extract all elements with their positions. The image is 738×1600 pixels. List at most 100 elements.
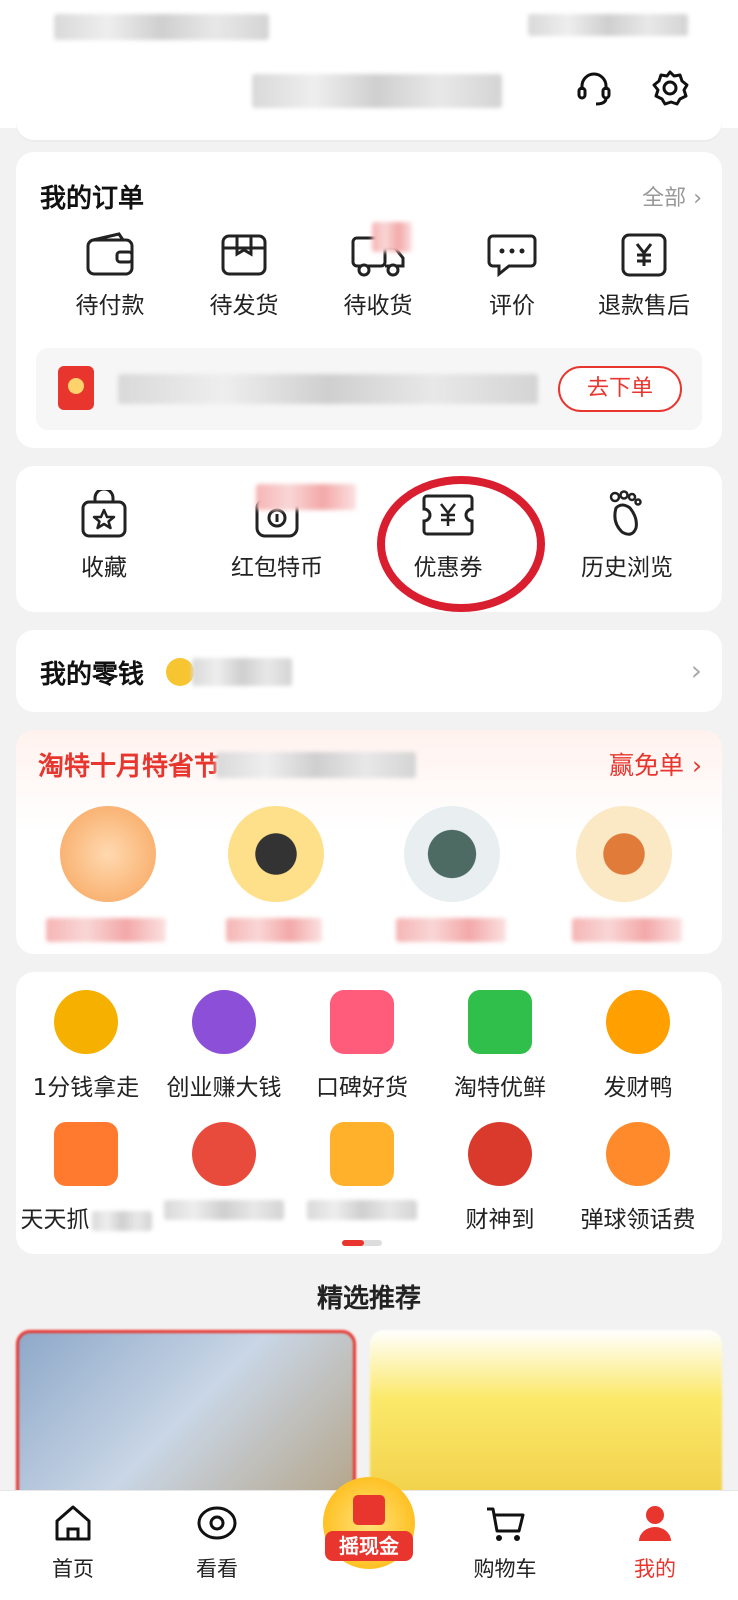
- activity-grid-card: 1分钱拿走 创业赚大钱 口碑好货 淘特优鲜 发财鸭 天天抓 财神到 弹球领话费: [16, 972, 722, 1254]
- grid-label: 1分钱拿走: [32, 1075, 140, 1101]
- highlight-ellipse: [377, 476, 545, 612]
- home-icon: [55, 1505, 91, 1541]
- red-envelope-icon: 摇现金: [323, 1477, 415, 1569]
- product-price: [46, 918, 166, 942]
- recommend-product[interactable]: [16, 1330, 356, 1500]
- grid-item-claw[interactable]: 天天抓: [16, 1122, 156, 1234]
- grid-label: 天天抓: [16, 1200, 156, 1234]
- tab-bar: 首页 看看 摇现金 购物车 我的: [0, 1477, 738, 1600]
- chevron-right-icon: ›: [690, 654, 702, 687]
- grid-label: 发财鸭: [603, 1075, 673, 1101]
- wallet-icon: [86, 232, 134, 276]
- wallet-card[interactable]: 我的零钱 ›: [16, 630, 722, 712]
- chevron-right-icon: ›: [693, 186, 702, 211]
- header-strip: [16, 118, 722, 140]
- user-name: [252, 74, 502, 108]
- status-bar-left: [54, 14, 269, 40]
- product-image[interactable]: [60, 806, 156, 902]
- refund-icon: [621, 233, 667, 277]
- footprint-icon: [609, 490, 642, 536]
- promo-title: 淘特十月特省节: [38, 752, 221, 782]
- fruit-icon: [192, 1122, 256, 1186]
- headset-icon[interactable]: [574, 68, 614, 108]
- banner-text: [118, 374, 538, 404]
- avatar-icon: [192, 990, 256, 1054]
- tools-card: 收藏 红包特币 优惠券 历史浏览: [16, 466, 722, 612]
- red-envelope-icon: [58, 366, 94, 410]
- product-image[interactable]: [404, 806, 500, 902]
- go-order-button[interactable]: 去下单: [558, 366, 682, 412]
- grid-label: 创业赚大钱: [166, 1075, 282, 1101]
- god-of-wealth-icon: [468, 1122, 532, 1186]
- page-indicator: [342, 1240, 382, 1246]
- top-header: [0, 0, 738, 128]
- grid-item-startup[interactable]: 创业赚大钱: [154, 990, 294, 1102]
- grid-item-fruit[interactable]: [154, 1122, 294, 1226]
- promo-link[interactable]: 赢免单 ›: [609, 746, 702, 782]
- favorites-label: 收藏: [81, 555, 127, 581]
- product-price: [396, 918, 506, 942]
- claw-machine-icon: [54, 1122, 118, 1186]
- orders-card: 我的订单 全部 › 待付款 待发货 待收货 评价 退款售后 去下单: [16, 152, 722, 448]
- coin-small-icon: [166, 658, 194, 686]
- order-refund[interactable]: 退款售后: [574, 232, 714, 320]
- grid-label: 财神到: [465, 1207, 535, 1233]
- promo-date: [216, 752, 416, 778]
- coin-icon: [54, 990, 118, 1054]
- product-image[interactable]: [228, 806, 324, 902]
- grid-label: 口碑好货: [316, 1075, 408, 1101]
- orders-title: 我的订单: [40, 184, 145, 214]
- wallet-title: 我的零钱: [40, 660, 145, 690]
- order-banner[interactable]: 去下单: [36, 348, 702, 430]
- tab-mine[interactable]: 我的: [600, 1501, 710, 1583]
- profile-icon: [639, 1506, 671, 1541]
- tab-label: 购物车: [473, 1557, 537, 1581]
- discount-icon: [330, 1122, 394, 1186]
- orders-all-link[interactable]: 全部 ›: [642, 180, 702, 212]
- grid-label: 弹球领话费: [580, 1207, 696, 1233]
- tab-label: 看看: [196, 1557, 238, 1581]
- grid-item-fresh[interactable]: 淘特优鲜: [430, 990, 570, 1102]
- product-price: [572, 918, 682, 942]
- tab-label: 首页: [52, 1557, 94, 1581]
- basket-icon: [468, 990, 532, 1054]
- grid-item-goods[interactable]: 口碑好货: [292, 990, 432, 1102]
- order-pending-shipment-label: 待发货: [209, 293, 279, 319]
- comment-icon: [487, 234, 537, 278]
- order-pending-receipt-label: 待收货: [343, 293, 413, 319]
- order-pending-payment-label: 待付款: [75, 293, 145, 319]
- badge-count: [372, 222, 412, 252]
- recommend-product[interactable]: [370, 1330, 722, 1500]
- product-image[interactable]: [576, 806, 672, 902]
- order-pending-payment[interactable]: 待付款: [50, 232, 170, 320]
- grid-item-duck[interactable]: 发财鸭: [568, 990, 708, 1102]
- promo-card: 淘特十月特省节 赢免单 ›: [16, 730, 722, 954]
- tab-watch[interactable]: 看看: [162, 1501, 272, 1583]
- tab-shake-cash[interactable]: 摇现金: [314, 1477, 424, 1569]
- order-refund-label: 退款售后: [598, 293, 690, 319]
- tab-home[interactable]: 首页: [18, 1501, 128, 1583]
- favorites-item[interactable]: 收藏: [44, 490, 164, 582]
- red-packet-coin-label: 红包特币: [231, 555, 323, 581]
- order-review-label: 评价: [489, 293, 535, 319]
- grid-item-pinball[interactable]: 弹球领话费: [568, 1122, 708, 1234]
- eye-icon: [197, 1506, 237, 1540]
- fox-icon: [606, 1122, 670, 1186]
- grid-label: [292, 1200, 432, 1226]
- tab-cart[interactable]: 购物车: [450, 1501, 560, 1583]
- grid-item-fortune[interactable]: 财神到: [430, 1122, 570, 1234]
- wallet-balance: [192, 658, 292, 686]
- grid-label: [154, 1200, 294, 1226]
- coin-badge: [256, 484, 356, 510]
- gear-icon[interactable]: [650, 68, 690, 108]
- package-icon: [221, 234, 267, 276]
- order-review[interactable]: 评价: [452, 232, 572, 320]
- grid-item-1fen[interactable]: 1分钱拿走: [16, 990, 156, 1102]
- thumbs-up-icon: [330, 990, 394, 1054]
- cart-icon: [487, 1507, 525, 1541]
- tab-label: 我的: [634, 1557, 676, 1581]
- history-item[interactable]: 历史浏览: [562, 490, 692, 582]
- grid-item-discount[interactable]: [292, 1122, 432, 1226]
- order-pending-shipment[interactable]: 待发货: [184, 232, 304, 320]
- status-bar-right: [528, 14, 688, 36]
